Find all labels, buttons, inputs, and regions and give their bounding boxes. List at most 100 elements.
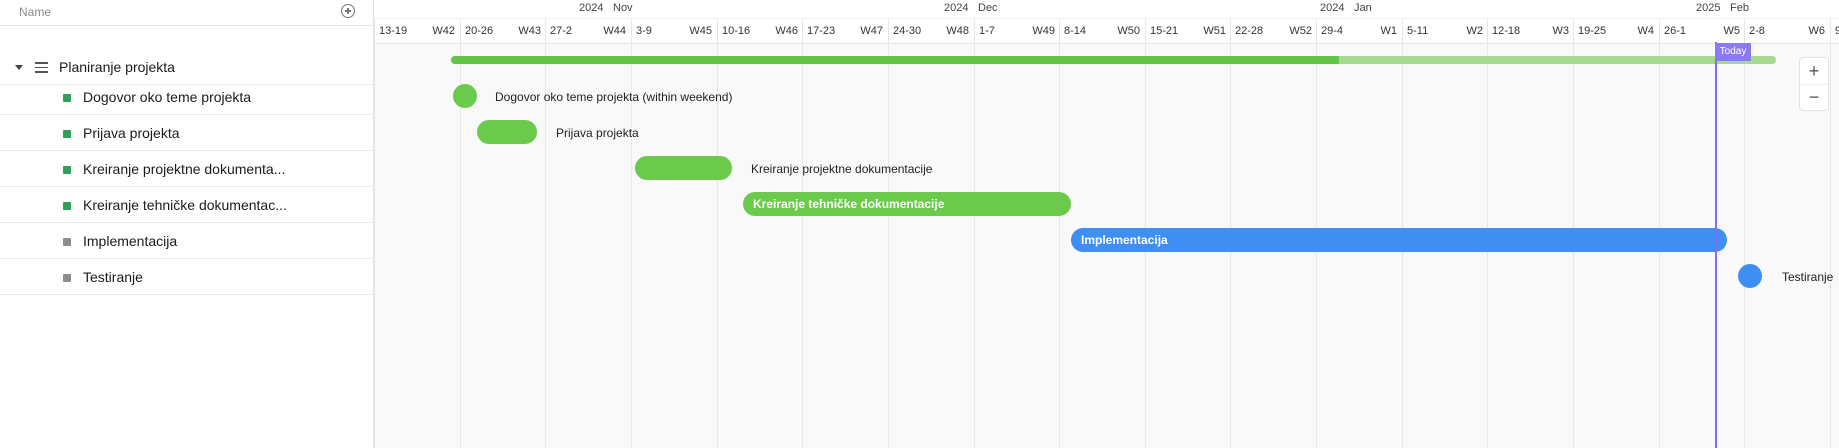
week-label: W43 <box>518 25 541 37</box>
week-cell: 12-18 <box>1487 19 1548 43</box>
week-cell: W1 <box>1377 19 1401 43</box>
add-task-icon[interactable] <box>341 4 355 18</box>
bar-label: Kreiranje projektne dokumentacije <box>751 162 933 176</box>
summary-bar-progress <box>451 56 1339 64</box>
week-label: 22-28 <box>1235 25 1264 37</box>
list-icon <box>35 62 48 73</box>
milestone-testiranje[interactable] <box>1738 264 1762 288</box>
week-cell: W48 <box>946 19 973 43</box>
week-gridline <box>1830 42 1831 448</box>
week-cell: 9- <box>1830 19 1839 43</box>
week-label: W51 <box>1203 25 1226 37</box>
week-gridline <box>974 42 975 448</box>
week-label: 19-25 <box>1578 25 1607 37</box>
task-label: Planiranje projekta <box>59 59 175 75</box>
week-label: 9- <box>1835 25 1839 37</box>
week-cell: W5 <box>1720 19 1744 43</box>
month-label: Nov <box>613 2 633 14</box>
task-label: Prijava projekta <box>83 125 180 141</box>
week-label: 5-11 <box>1407 25 1429 37</box>
week-cell: W45 <box>689 19 716 43</box>
week-label: W42 <box>432 25 455 37</box>
status-square-icon <box>63 166 71 174</box>
week-label: 17-23 <box>807 25 836 37</box>
status-square-icon <box>63 130 71 138</box>
collapse-caret-icon[interactable] <box>15 65 23 70</box>
year-label: 2024 <box>944 2 969 14</box>
year-label: 2024 <box>1320 2 1345 14</box>
week-label: 8-14 <box>1064 25 1087 37</box>
week-label: W44 <box>603 25 626 37</box>
week-cell: 10-16 <box>717 19 778 43</box>
bar-tehnicka-dok[interactable]: Kreiranje tehničke dokumentacije <box>743 192 1071 216</box>
zoom-out-button[interactable]: − <box>1800 84 1828 110</box>
week-label: W5 <box>1723 25 1741 37</box>
status-square-icon <box>63 94 71 102</box>
week-label: 2-8 <box>1749 25 1765 37</box>
week-cell: 3-9 <box>631 19 692 43</box>
week-gridline <box>374 42 375 448</box>
week-cell: W2 <box>1463 19 1487 43</box>
task-label: Testiranje <box>83 269 143 285</box>
bar-prijava[interactable] <box>477 120 537 144</box>
week-label: 15-21 <box>1150 25 1179 37</box>
week-label: 29-4 <box>1321 25 1344 37</box>
week-cell: 17-23 <box>802 19 863 43</box>
bar-label: Kreiranje tehničke dokumentacije <box>753 197 945 211</box>
week-cell: 22-28 <box>1230 19 1291 43</box>
zoom-in-button[interactable]: + <box>1800 58 1828 85</box>
week-cell: W44 <box>603 19 630 43</box>
week-cell: 20-26 <box>460 19 521 43</box>
bar-label: Prijava projekta <box>556 126 639 140</box>
week-label: W1 <box>1380 25 1398 37</box>
week-cell: W49 <box>1032 19 1059 43</box>
week-label: 1-7 <box>979 25 995 37</box>
week-cell: 24-30 <box>888 19 949 43</box>
week-label: 27-2 <box>550 25 573 37</box>
week-label: W46 <box>775 25 798 37</box>
status-square-icon <box>63 274 71 282</box>
task-row-projektna-dok[interactable]: Kreiranje projektne dokumenta... <box>0 151 373 187</box>
name-column-header: Name <box>19 5 52 19</box>
task-label: Dogovor oko teme projekta <box>83 89 252 105</box>
task-label: Implementacija <box>83 233 178 249</box>
bar-label: Testiranje <box>1782 270 1834 284</box>
task-row-implementacija[interactable]: Implementacija <box>0 223 373 259</box>
task-row-testiranje[interactable]: Testiranje <box>0 259 373 295</box>
bar-projektna-dok[interactable] <box>635 156 732 180</box>
month-label: Dec <box>978 2 998 14</box>
bar-label: Implementacija <box>1081 233 1168 247</box>
week-label: W49 <box>1032 25 1055 37</box>
task-row-tehnicka-dok[interactable]: Kreiranje tehničke dokumentac... <box>0 187 373 223</box>
timeline-panel[interactable]: 2024 Nov 2024 Dec 2024 Jan 2025 Feb 13-1… <box>374 0 1839 448</box>
zoom-controls: + − <box>1799 57 1829 111</box>
week-label: W52 <box>1289 25 1312 37</box>
bar-implementacija[interactable]: Implementacija <box>1071 228 1727 252</box>
week-label: W6 <box>1808 25 1826 37</box>
week-label: 10-16 <box>722 25 751 37</box>
task-row-prijava[interactable]: Prijava projekta <box>0 115 373 151</box>
week-gridline <box>1744 42 1745 448</box>
task-row-dogovor[interactable]: Dogovor oko teme projekta <box>0 79 373 115</box>
week-cell: 5-11 <box>1402 19 1463 43</box>
today-line <box>1715 42 1717 448</box>
bar-label: Dogovor oko teme projekta (within weeken… <box>495 90 733 104</box>
week-label: 26-1 <box>1664 25 1687 37</box>
week-cell: W51 <box>1203 19 1230 43</box>
week-cell: 19-25 <box>1573 19 1634 43</box>
week-label: W50 <box>1117 25 1140 37</box>
week-cell: W4 <box>1634 19 1658 43</box>
today-badge: Today <box>1715 43 1751 61</box>
week-cell: W3 <box>1549 19 1573 43</box>
week-label: W48 <box>946 25 969 37</box>
week-label: W47 <box>860 25 883 37</box>
week-gridline <box>888 42 889 448</box>
week-cell: W42 <box>432 19 459 43</box>
milestone-dogovor[interactable] <box>453 84 477 108</box>
week-cell: 29-4 <box>1316 19 1377 43</box>
status-square-icon <box>63 202 71 210</box>
gantt-app: Name Planiranje projekta Dogovor oko tem… <box>0 0 1839 448</box>
week-label: W3 <box>1552 25 1570 37</box>
week-cell: 1-7 <box>974 19 1035 43</box>
week-label: 13-19 <box>379 25 408 37</box>
